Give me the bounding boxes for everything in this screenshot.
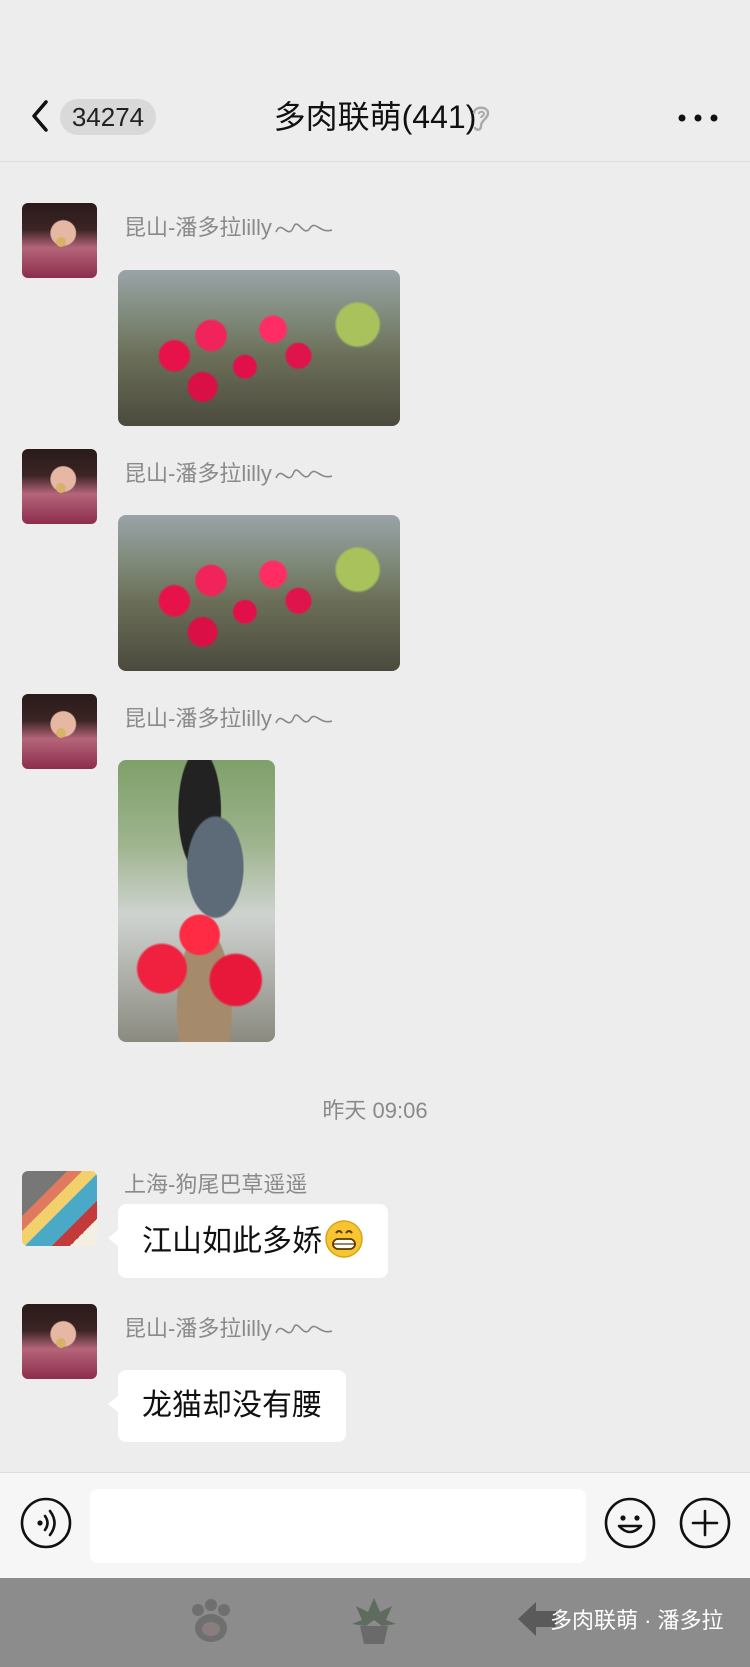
signature-icon (275, 223, 333, 233)
time-divider: 昨天 09:06 (322, 1098, 428, 1123)
avatar[interactable] (22, 449, 97, 524)
sender-name: 昆山-潘多拉lilly (124, 704, 334, 735)
chat-image[interactable] (118, 270, 400, 426)
message-bubble[interactable]: 江山如此多娇 (108, 1204, 388, 1278)
sender-name: 昆山-潘多拉lilly (124, 459, 334, 490)
ear-icon (472, 106, 490, 131)
message-text: 龙猫却没有腰 (142, 1389, 322, 1422)
plus-icon[interactable] (679, 1497, 731, 1549)
more-horizontal-icon[interactable] (676, 104, 720, 132)
sender-name: 昆山-潘多拉lilly (124, 213, 334, 244)
message-bubble[interactable]: 龙猫却没有腰 (108, 1370, 346, 1442)
message-text: 江山如此多娇 (142, 1225, 322, 1258)
chat-image[interactable] (118, 515, 400, 671)
watermark: 多肉联萌 · 潘多拉 (550, 1608, 724, 1633)
sender-name: 上海-狗尾巴草遥遥 (124, 1172, 308, 1197)
voice-icon[interactable] (20, 1497, 72, 1549)
chat-input-bar (0, 1472, 750, 1578)
sender-name-text: 昆山-潘多拉lilly (124, 1316, 272, 1341)
paw-icon[interactable] (186, 1596, 236, 1646)
chat-header: 34274 多肉联萌(441) (0, 0, 750, 162)
sender-name: 昆山-潘多拉lilly (124, 1314, 334, 1345)
unread-count-badge[interactable]: 34274 (60, 99, 156, 135)
avatar[interactable] (22, 694, 97, 769)
avatar[interactable] (22, 1171, 97, 1246)
grinning-emoji-icon (325, 1220, 363, 1258)
bottom-nav-overlay: 多肉联萌 · 潘多拉 (0, 1578, 750, 1667)
chat-image[interactable] (118, 760, 275, 1042)
signature-icon (275, 469, 333, 479)
succulent-icon[interactable] (352, 1594, 396, 1646)
chevron-left-icon[interactable] (26, 96, 56, 136)
avatar[interactable] (22, 203, 97, 278)
emoji-icon[interactable] (604, 1497, 656, 1549)
signature-icon (275, 714, 333, 724)
message-input[interactable] (90, 1489, 586, 1563)
signature-icon (275, 1324, 333, 1334)
avatar[interactable] (22, 1304, 97, 1379)
chat-title[interactable]: 多肉联萌(441) (274, 99, 477, 135)
sender-name-text: 昆山-潘多拉lilly (124, 706, 272, 731)
sender-name-text: 昆山-潘多拉lilly (124, 461, 272, 486)
sender-name-text: 昆山-潘多拉lilly (124, 215, 272, 240)
